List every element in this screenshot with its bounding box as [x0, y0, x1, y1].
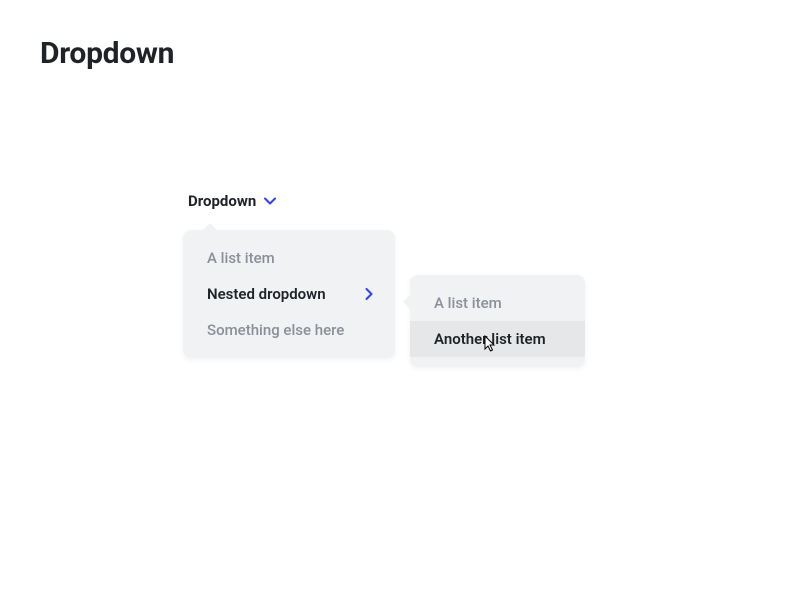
nested-dropdown-menu: A list item Another list item [410, 275, 585, 367]
dropdown-menu: A list item Nested dropdown Something el… [183, 230, 395, 358]
menu-item-label: Another list item [434, 330, 546, 348]
dropdown-trigger-label: Dropdown [188, 192, 256, 210]
nested-menu-item-another[interactable]: Another list item [410, 321, 585, 357]
menu-item-something-else[interactable]: Something else here [183, 312, 395, 348]
menu-item-label: Nested dropdown [207, 285, 326, 303]
menu-item-list-item[interactable]: A list item [183, 240, 395, 276]
menu-item-label: A list item [207, 249, 275, 267]
menu-item-label: Something else here [207, 321, 344, 339]
page-title: Dropdown [40, 36, 174, 71]
dropdown-trigger[interactable]: Dropdown [188, 192, 276, 210]
nested-menu-item-list-item[interactable]: A list item [410, 285, 585, 321]
chevron-down-icon [264, 195, 276, 207]
menu-item-nested-dropdown[interactable]: Nested dropdown [183, 276, 395, 312]
chevron-right-icon [365, 287, 375, 301]
menu-item-label: A list item [434, 294, 502, 312]
